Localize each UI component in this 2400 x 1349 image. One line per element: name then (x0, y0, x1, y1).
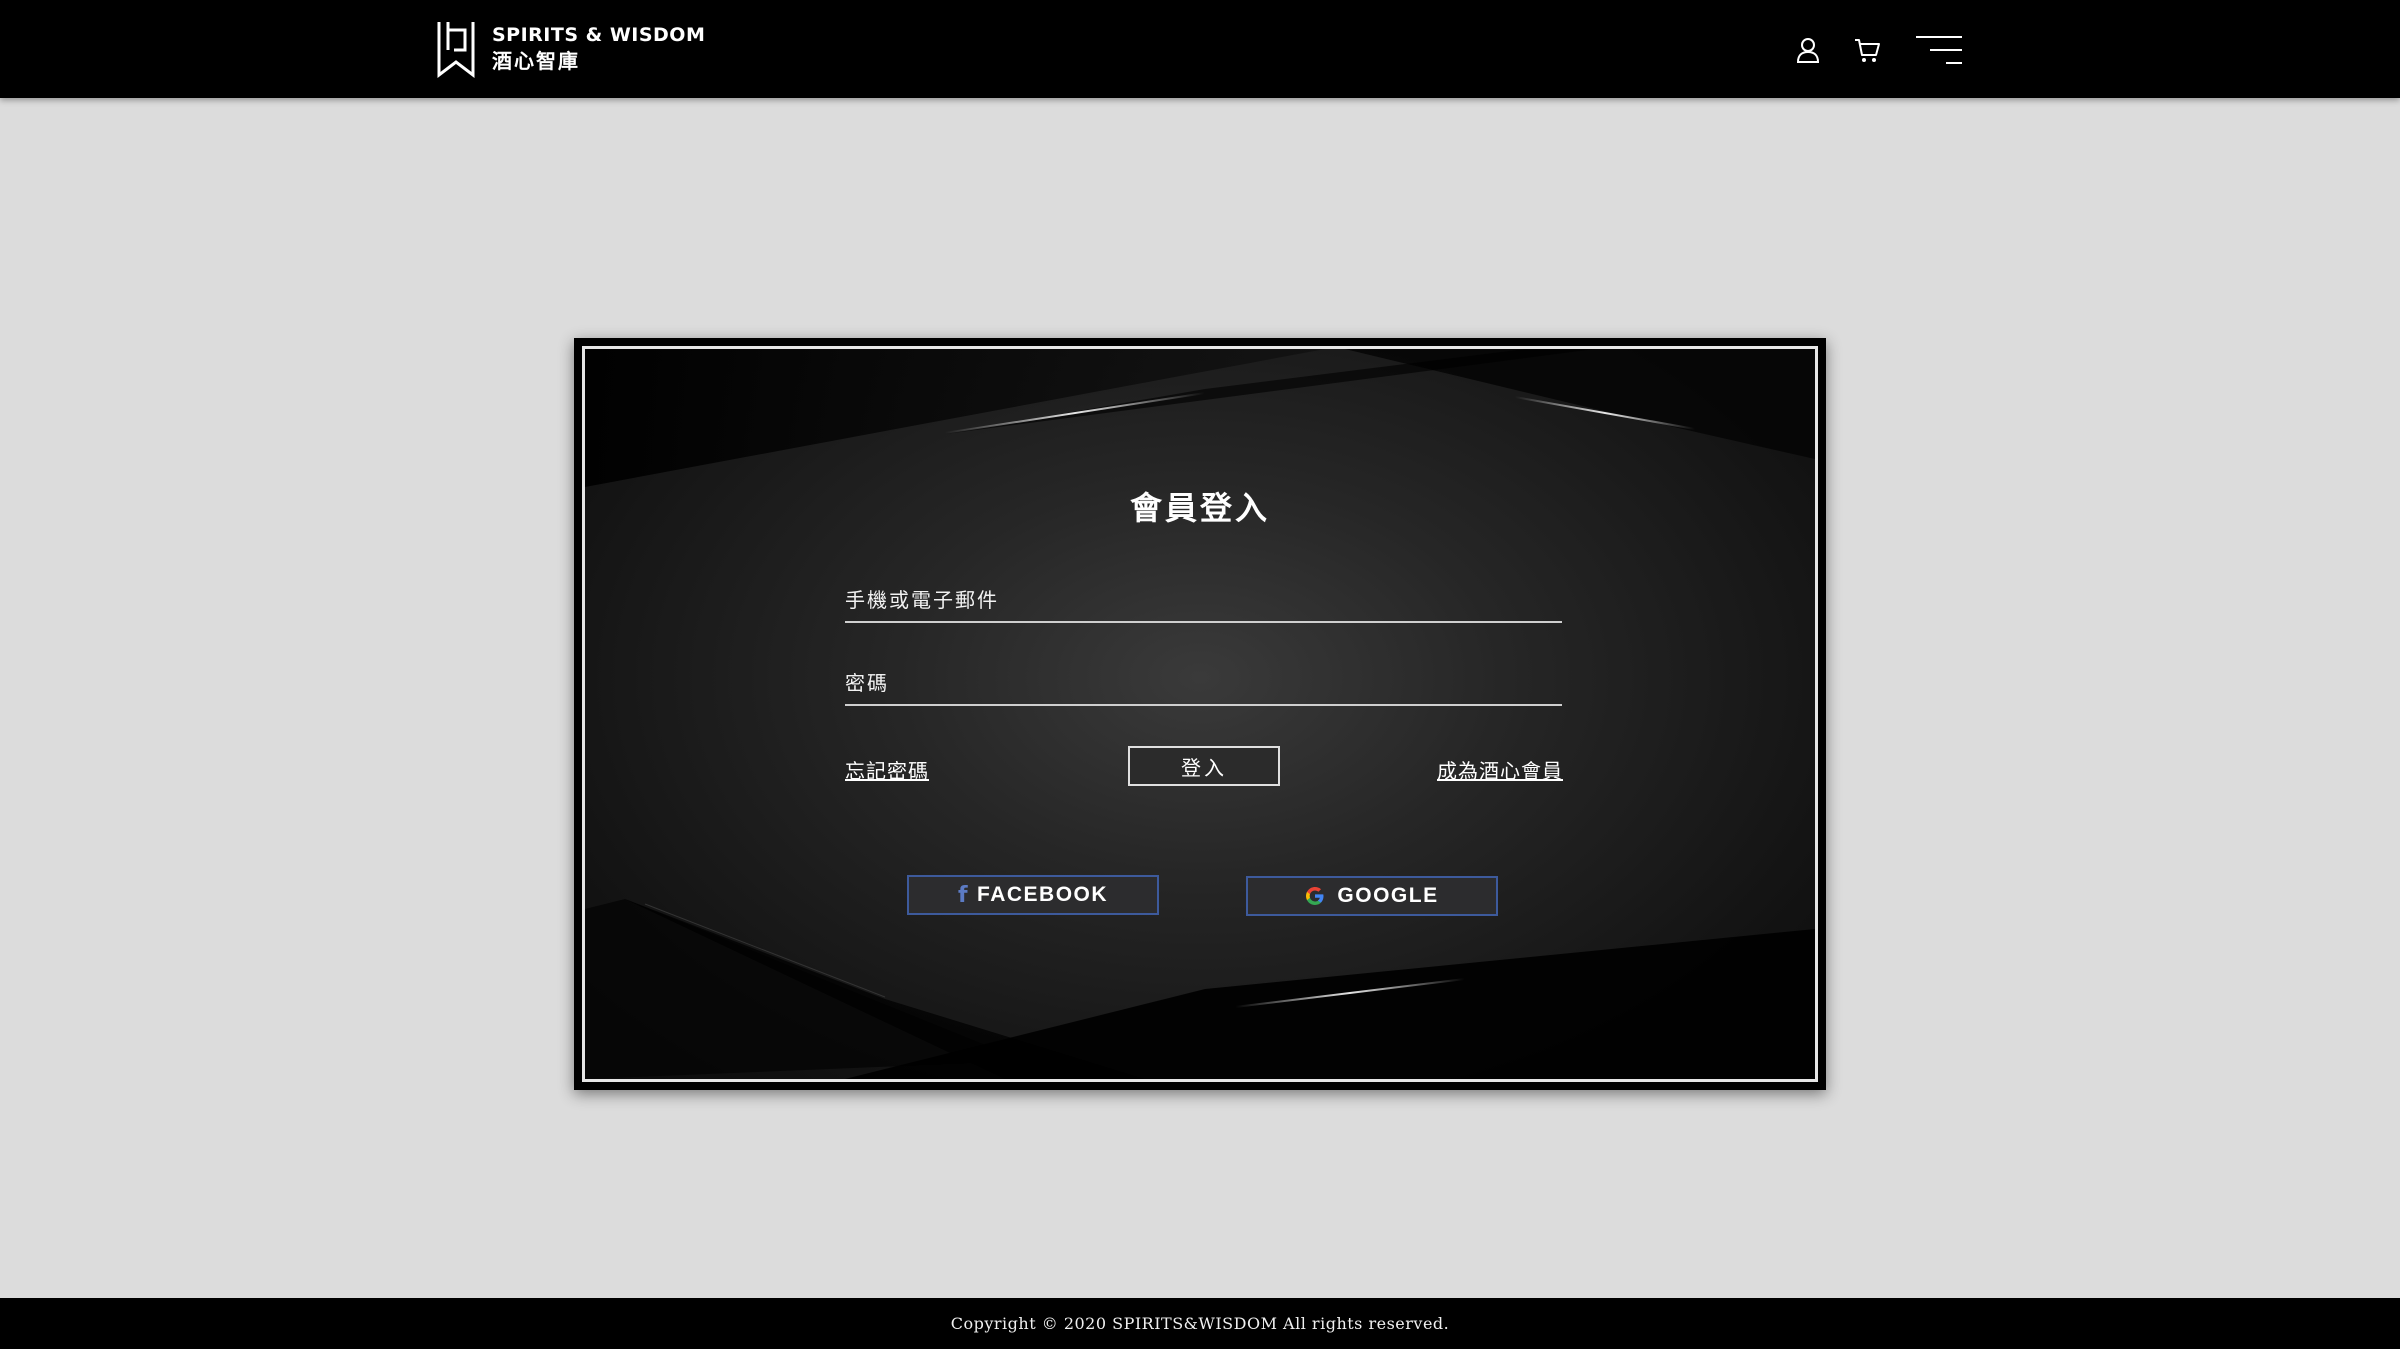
logo-text-en: SPIRITS & WISDOM (492, 23, 706, 46)
facebook-button-label: FACEBOOK (977, 883, 1109, 906)
hamburger-menu-icon[interactable] (1916, 34, 1964, 66)
google-login-button[interactable]: GOOGLE (1246, 876, 1498, 916)
account-input[interactable] (845, 571, 1562, 621)
facebook-login-button[interactable]: f FACEBOOK (907, 875, 1159, 915)
google-icon (1306, 887, 1324, 905)
account-field (845, 571, 1562, 623)
login-button[interactable]: 登入 (1128, 746, 1280, 786)
password-field (845, 654, 1562, 706)
background-decoration (585, 349, 1815, 1079)
site-footer: Copyright © 2020 SPIRITS&WISDOM All righ… (0, 1298, 2400, 1349)
google-button-label: GOOGLE (1337, 884, 1439, 907)
forgot-password-link[interactable]: 忘記密碼 (845, 755, 929, 784)
site-header: SPIRITS & WISDOM 酒心智庫 (0, 0, 2400, 98)
copyright-text: Copyright © 2020 SPIRITS&WISDOM All righ… (950, 1314, 1450, 1333)
login-title: 會員登入 (1129, 489, 1270, 527)
site-logo[interactable]: SPIRITS & WISDOM 酒心智庫 (436, 20, 705, 78)
login-panel: 會員登入 忘記密碼 登入 成為酒心會員 f FACEBOOK GOOGLE (574, 338, 1826, 1090)
spirits-wisdom-logo-mark-icon (437, 22, 475, 78)
logo-text-zh: 酒心智庫 (492, 49, 580, 74)
login-panel-frame: 會員登入 忘記密碼 登入 成為酒心會員 f FACEBOOK GOOGLE (582, 346, 1818, 1082)
register-link[interactable]: 成為酒心會員 (1437, 755, 1563, 784)
facebook-icon: f (957, 882, 970, 908)
user-icon[interactable] (1794, 36, 1822, 64)
password-input[interactable] (845, 654, 1562, 704)
cart-icon[interactable] (1853, 36, 1881, 64)
